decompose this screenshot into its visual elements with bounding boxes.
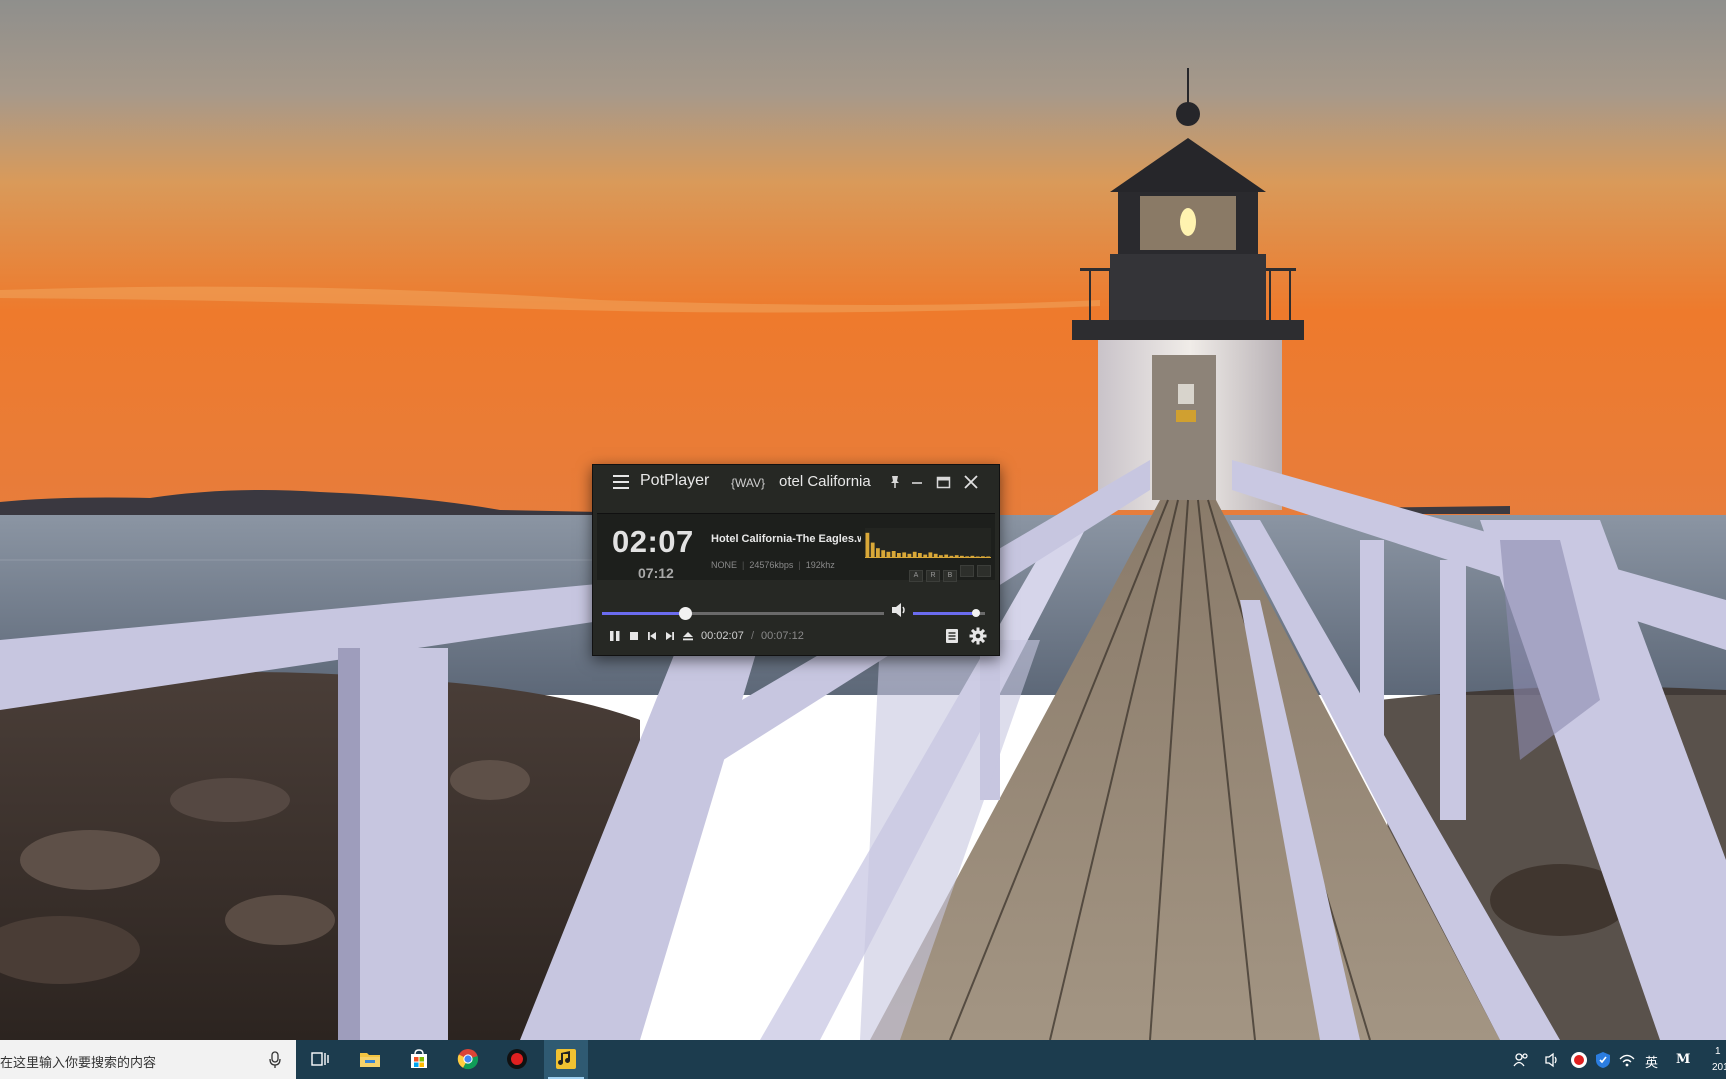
clock-date: 201 — [1712, 1062, 1726, 1073]
pause-icon[interactable] — [608, 629, 622, 643]
people-icon[interactable] — [1512, 1040, 1532, 1079]
clock[interactable]: 1 201 — [1712, 1040, 1726, 1079]
seek-bar[interactable] — [602, 606, 884, 620]
chrome-icon[interactable] — [446, 1040, 490, 1079]
mini-toggle-button[interactable] — [960, 565, 974, 577]
volume-slider[interactable] — [913, 606, 985, 620]
app-name: PotPlayer — [640, 472, 710, 489]
duration-time: 00:07:12 — [761, 630, 804, 642]
spectrum-bar — [865, 532, 870, 558]
mini-toggle-group: ARB — [909, 564, 994, 582]
time-separator: / — [751, 630, 755, 642]
potplayer-window[interactable]: PotPlayer {WAV} otel California 02:07 07… — [592, 464, 1000, 656]
previous-icon[interactable] — [645, 629, 659, 643]
hamburger-icon[interactable] — [613, 475, 629, 489]
ime-label: M — [1676, 1052, 1691, 1067]
mini-toggle-button[interactable]: A — [909, 570, 923, 582]
eject-icon[interactable] — [681, 629, 695, 643]
seek-handle[interactable] — [678, 607, 692, 620]
spectrum-visualizer — [865, 528, 991, 558]
spectrum-bar — [891, 551, 896, 558]
minimize-icon[interactable] — [907, 472, 927, 492]
clock-time: 1 — [1715, 1046, 1721, 1057]
microphone-icon[interactable] — [268, 1051, 282, 1069]
search-placeholder: 在这里输入你要搜索的内容 — [0, 1056, 157, 1071]
language-indicator[interactable]: 英 — [1644, 1040, 1664, 1079]
ime-indicator[interactable]: M — [1672, 1040, 1696, 1079]
stop-icon[interactable] — [627, 629, 641, 643]
task-view-icon[interactable] — [298, 1040, 342, 1079]
bitrate-label: 24576kbps — [749, 560, 794, 570]
gear-icon[interactable] — [969, 627, 987, 645]
samplerate-label: 192khz — [805, 560, 835, 570]
scrolling-title: otel California — [779, 473, 871, 490]
mini-toggle-button[interactable]: B — [943, 570, 957, 582]
total-time-display: 07:12 — [638, 565, 674, 581]
volume-level — [913, 612, 977, 615]
microsoft-store-icon[interactable] — [397, 1040, 441, 1079]
spectrum-bar — [881, 550, 886, 558]
volume-tray-icon[interactable] — [1544, 1040, 1564, 1079]
codec-label: NONE — [711, 560, 738, 570]
maximize-icon[interactable] — [933, 472, 953, 492]
spectrum-bar — [876, 548, 880, 558]
pin-icon[interactable] — [885, 472, 905, 492]
potplayer-titlebar[interactable]: PotPlayer {WAV} otel California — [593, 465, 999, 499]
potplayer-icon[interactable] — [544, 1040, 588, 1079]
next-icon[interactable] — [663, 629, 677, 643]
file-explorer-icon[interactable] — [348, 1040, 392, 1079]
current-time-display: 02:07 — [612, 524, 694, 559]
format-label: {WAV} — [731, 476, 766, 490]
track-name: Hotel California-The Eagles.wav — [711, 533, 861, 545]
language-label: 英 — [1645, 1056, 1659, 1071]
security-shield-icon[interactable] — [1594, 1040, 1614, 1079]
search-box[interactable]: 在这里输入你要搜索的内容 — [0, 1040, 296, 1079]
taskbar: 在这里输入你要搜索的内容 英 M 1 201 — [0, 1040, 1726, 1079]
wifi-icon[interactable] — [1618, 1040, 1638, 1079]
mini-toggle-button[interactable] — [977, 565, 991, 577]
volume-handle[interactable] — [972, 609, 981, 617]
mini-toggle-button[interactable]: R — [926, 570, 940, 582]
spectrum-bar — [870, 542, 875, 558]
playlist-icon[interactable] — [943, 627, 961, 645]
speaker-icon[interactable] — [890, 601, 908, 619]
record-tray-icon[interactable] — [1570, 1040, 1590, 1079]
close-icon[interactable] — [961, 472, 981, 492]
position-time: 00:02:07 — [701, 630, 744, 642]
record-app-icon[interactable] — [495, 1040, 539, 1079]
audio-info: NONE | 24576kbps | 192khz — [711, 560, 835, 570]
seek-progress — [602, 612, 685, 615]
info-panel: 02:07 07:12 Hotel California-The Eagles.… — [597, 513, 995, 582]
